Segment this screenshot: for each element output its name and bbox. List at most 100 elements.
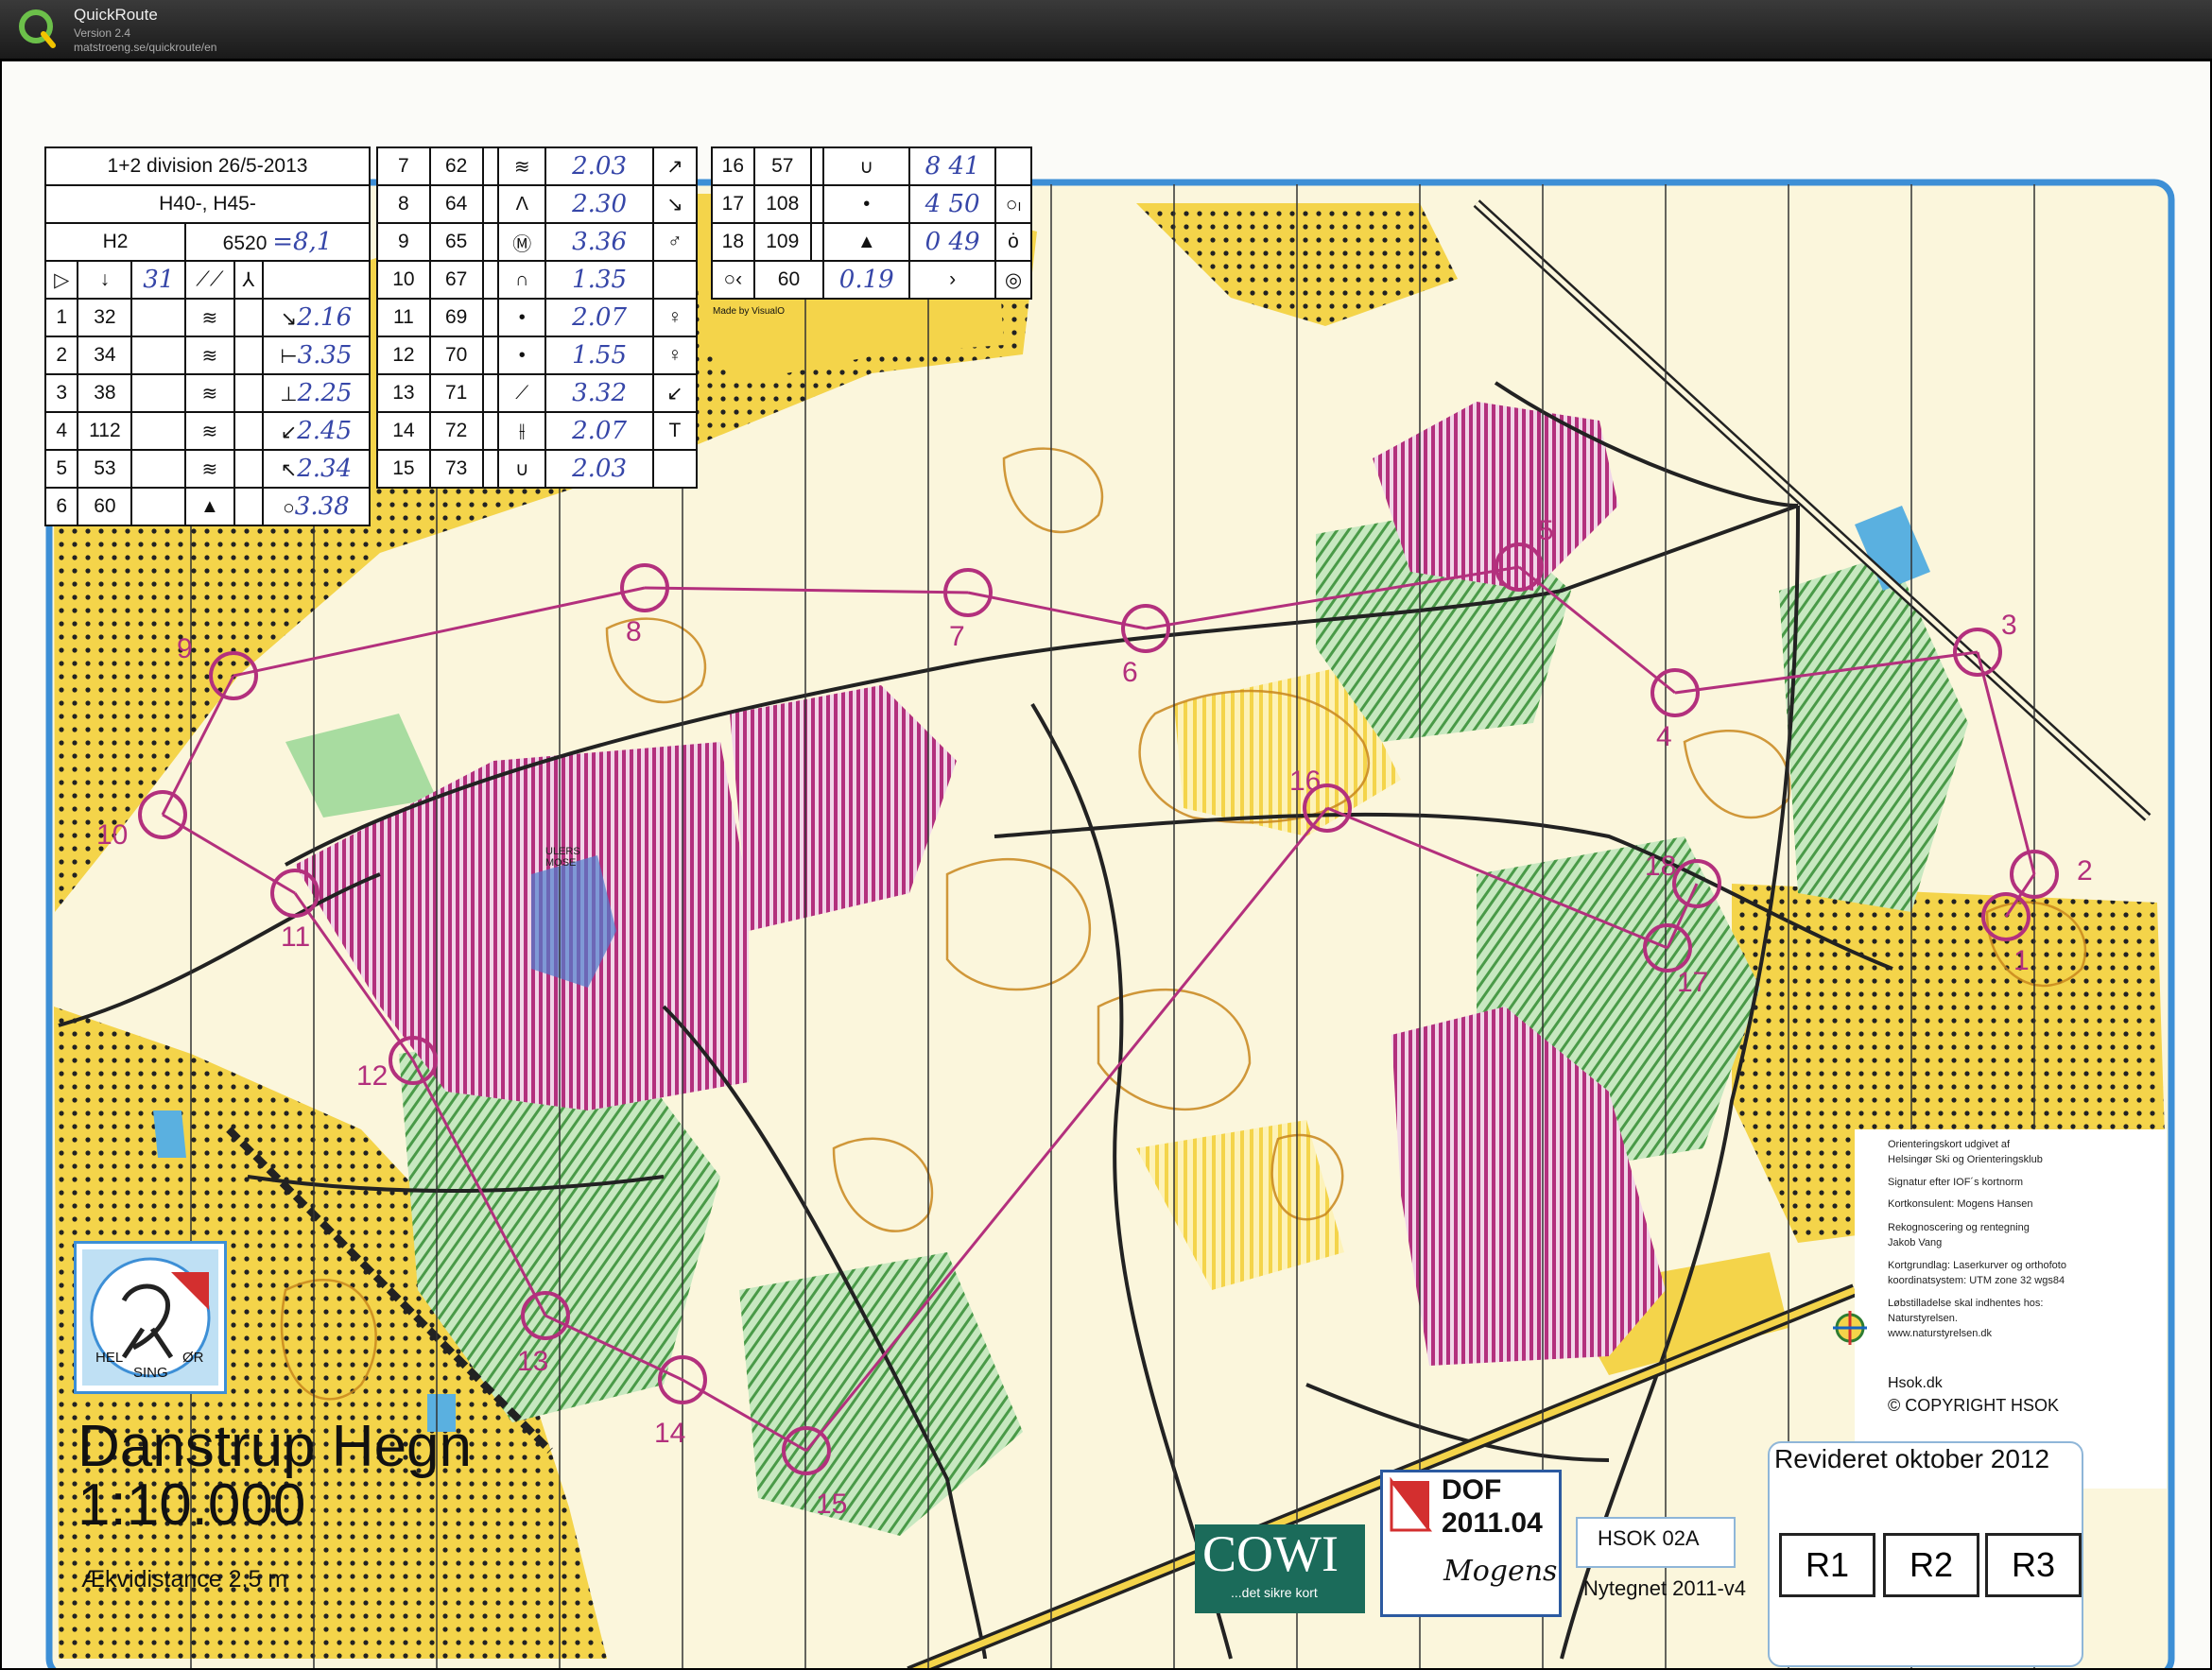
feature-symbol: •	[497, 336, 547, 375]
control-number: 13	[517, 1346, 549, 1377]
blank-cell	[481, 146, 500, 186]
pond-west	[153, 1110, 186, 1158]
blank-cell	[481, 373, 500, 413]
hsok-code: HSOK 02A	[1598, 1526, 1700, 1550]
blank-cell	[481, 222, 500, 262]
split-time: 2.16	[297, 303, 353, 332]
finish-circle-icon: ○‹	[711, 260, 755, 300]
feature-symbol: •	[497, 298, 547, 337]
location-and-time: ⊢3.35	[261, 336, 372, 375]
feature-symbol: ⟋	[497, 373, 547, 413]
info-line: Helsingør Ski og Orienteringsklub	[1888, 1154, 2043, 1165]
feature-symbol: ≋	[184, 298, 235, 337]
blank-cell	[481, 336, 500, 375]
info-line: Naturstyrelsen.	[1888, 1313, 1958, 1324]
location-symbol: ⊢	[280, 346, 298, 368]
location-and-time: ○3.38	[261, 487, 372, 526]
r2-box[interactable]: R2	[1883, 1533, 1979, 1597]
control-code: 112	[77, 411, 133, 451]
event-classes: H40-, H45-	[44, 184, 371, 224]
control-code: 71	[428, 373, 484, 413]
blank-cell	[481, 411, 500, 451]
control-description-sheet-middle: 7 62 ≋ 2.03 ↗ 8 64 Λ 2.30 ↘ 9 65 Ⓜ 3.36 ♂ 10 67 ∩ 1.35 11 69…	[376, 146, 699, 489]
location-and-time: ↖2.34	[261, 449, 372, 489]
blank-cell	[233, 449, 264, 489]
control-code: 60	[77, 487, 133, 526]
location-symbol: ♀	[651, 336, 699, 375]
finish-arrow-icon: ›	[908, 260, 997, 300]
control-order: 9	[376, 222, 431, 262]
split-time: 2.30	[544, 184, 654, 224]
dof-flag-icon	[1390, 1477, 1433, 1532]
control-number: 15	[816, 1489, 848, 1520]
control-number: 8	[626, 616, 642, 647]
legend-row: 11 69 • 2.07 ♀	[376, 298, 699, 337]
control-code: 69	[428, 298, 484, 337]
finish-time: 0.19	[822, 260, 911, 300]
control-number: 18	[1645, 851, 1677, 882]
feature-symbol: ∪	[497, 449, 547, 489]
finish-double-circle-icon: ◎	[994, 260, 1032, 300]
blank-cell	[481, 260, 500, 300]
finish-distance: 60	[752, 260, 825, 300]
hsok-website[interactable]: Hsok.dk	[1888, 1375, 1943, 1392]
legend-row: 1 32 ≋ ↘2.16	[43, 298, 372, 337]
arrow-down-icon: ↓	[77, 260, 133, 300]
info-line: Kortkonsulent: Mogens Hansen	[1888, 1198, 2033, 1210]
r1-box[interactable]: R1	[1779, 1533, 1875, 1597]
control-code: 32	[77, 298, 133, 337]
blank-cell	[481, 298, 500, 337]
location-and-time: ↘2.16	[261, 298, 372, 337]
location-symbol	[994, 146, 1032, 186]
r3-box[interactable]: R3	[1985, 1533, 2082, 1597]
start-triangle-icon: ▷	[43, 260, 79, 300]
info-line: Signatur efter IOF´s kortnorm	[1888, 1177, 2024, 1188]
control-order: 2	[43, 336, 79, 375]
legend-row: 18 109 ▲ 0 49 ȯ	[711, 222, 1032, 262]
control-number: 5	[1538, 515, 1554, 546]
feature-symbol: ≋	[184, 411, 235, 451]
control-number: 3	[2001, 610, 2017, 641]
location-and-time: ⊥2.25	[261, 373, 372, 413]
info-line: Kortgrundlag: Laserkurver og orthofoto	[1888, 1260, 2066, 1271]
blank-cell	[130, 336, 187, 375]
app-titlebar: QuickRoute Version 2.4 matstroeng.se/qui…	[0, 0, 2212, 59]
app-url: matstroeng.se/quickroute/en	[74, 41, 217, 54]
legend-row: 10 67 ∩ 1.35	[376, 260, 699, 300]
legend-row: 9 65 Ⓜ 3.36 ♂	[376, 222, 699, 262]
redrawn-version: Nytegnet 2011-v4	[1583, 1576, 1747, 1600]
blank-cell	[809, 184, 825, 224]
control-number: 16	[1289, 766, 1322, 797]
location-symbol: ○	[283, 497, 295, 519]
control-order: 8	[376, 184, 431, 224]
area-label-ulers-mose: ULERS MOSE	[545, 846, 580, 869]
control-order: 13	[376, 373, 431, 413]
logo-text-hel: HEL	[95, 1350, 124, 1366]
control-code: 72	[428, 411, 484, 451]
control-description-sheet: 1+2 division 26/5-2013 H40-, H45- H2 652…	[43, 146, 372, 526]
map-paper[interactable]: 1 2 3 4 5 6 7 8 9 10 11 12 13 14 15 16 17 18 ULERS MOSE 1…	[2, 61, 2210, 1668]
control-code: 108	[752, 184, 812, 224]
dof-name: DOF	[1442, 1474, 1502, 1506]
blank-cell	[130, 373, 187, 413]
feature-symbol: ≋	[497, 146, 547, 186]
legend-row: 7 62 ≋ 2.03 ↗	[376, 146, 699, 186]
legend-row: 13 71 ⟋ 3.32 ↙	[376, 373, 699, 413]
club-logo: HEL SING ØR	[74, 1241, 227, 1394]
info-line: Løbstilladelse skal indhentes hos:	[1888, 1298, 2044, 1309]
control-order: 5	[43, 449, 79, 489]
split-time: 2.03	[544, 449, 654, 489]
legend-row: 3 38 ≋ ⊥2.25	[43, 373, 372, 413]
control-code: 64	[428, 184, 484, 224]
control-order: 11	[376, 298, 431, 337]
y-junction-icon: ⅄	[233, 260, 264, 300]
location-symbol: ♀	[651, 298, 699, 337]
feature-symbol: •	[822, 184, 911, 224]
control-order: 12	[376, 336, 431, 375]
control-description-sheet-right: 16 57 ∪ 8 41 17 108 • 4 50 ○ₗ 18 109 ▲ 0 49 ȯ ○‹ 60 0…	[711, 146, 1032, 300]
control-code: 34	[77, 336, 133, 375]
revised-date: Revideret oktober 2012	[1774, 1444, 2050, 1473]
split-time: 1.35	[544, 260, 654, 300]
legend-row: 15 73 ∪ 2.03	[376, 449, 699, 489]
location-symbol: ○ₗ	[994, 184, 1032, 224]
